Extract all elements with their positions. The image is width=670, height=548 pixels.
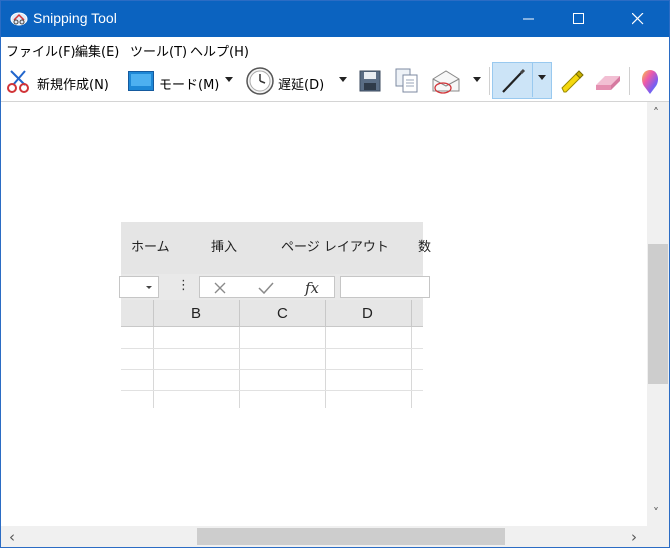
vertical-scrollbar[interactable]: ˄ ˅: [647, 102, 669, 526]
mode-button[interactable]: モード(M): [125, 63, 239, 99]
excel-ribbon-tabs: ホーム 挿入 ページ レイアウト 数: [121, 222, 431, 274]
grid-row-line: [121, 348, 423, 349]
col-divider: [325, 300, 326, 327]
highlighter-icon: [561, 70, 584, 93]
new-snip-button[interactable]: 新規作成(N): [3, 63, 121, 99]
scroll-right-arrow-icon[interactable]: ›: [631, 528, 637, 546]
new-snip-label: 新規作成(N): [37, 78, 109, 93]
window-title: Snipping Tool: [33, 10, 117, 26]
grid-line: [239, 327, 240, 408]
excel-name-box: [119, 276, 159, 298]
col-divider: [411, 300, 412, 327]
snipping-tool-app-icon: [10, 12, 28, 26]
edit-with-paint3d-button[interactable]: [635, 63, 665, 99]
menu-tools[interactable]: ツール(T): [130, 41, 187, 60]
mode-dropdown-caret[interactable]: [225, 77, 233, 82]
vertical-scroll-thumb[interactable]: [648, 244, 668, 384]
menu-help[interactable]: ヘルプ(H): [190, 41, 249, 60]
snip-canvas[interactable]: ホーム 挿入 ページ レイアウト 数 ⋮ fx B C D: [1, 102, 647, 526]
copy-button[interactable]: [391, 63, 421, 99]
eraser-icon: [596, 76, 620, 90]
clock-icon: [246, 67, 274, 95]
captured-snip: ホーム 挿入 ページ レイアウト 数 ⋮ fx B C D: [119, 222, 431, 408]
delay-label: 遅延(D): [278, 78, 325, 93]
grid-line: [411, 327, 412, 408]
save-icon: [359, 70, 381, 92]
save-button[interactable]: [355, 63, 385, 99]
scroll-left-arrow-icon[interactable]: ‹: [9, 528, 15, 546]
grid-line: [325, 327, 326, 408]
toolbar: 新規作成(N) モード(M) 遅延(D): [1, 61, 669, 102]
grid-row-line: [121, 390, 423, 391]
close-icon: [632, 13, 644, 25]
scissors-icon: [7, 70, 29, 93]
scrollbar-corner: [647, 526, 669, 547]
menu-edit[interactable]: 編集(E): [75, 41, 119, 60]
enter-check-icon: [258, 282, 274, 294]
grid-line: [153, 327, 154, 408]
delay-dropdown-caret[interactable]: [339, 77, 347, 82]
snipping-tool-window: Snipping Tool ファイル(F) 編集(E) ツール(T) ヘルプ(H…: [0, 0, 670, 548]
highlighter-button[interactable]: [555, 63, 587, 99]
delay-button[interactable]: 遅延(D): [243, 63, 351, 99]
grid-row-line: [121, 369, 423, 370]
maximize-button[interactable]: [556, 1, 602, 37]
excel-formula-bar: ⋮ fx: [119, 274, 430, 300]
fx-icon: fx: [305, 279, 320, 297]
mode-label: モード(M): [159, 78, 220, 93]
column-header-d: D: [362, 305, 373, 322]
toolbar-separator: [489, 67, 490, 95]
toolbar-separator-2: [629, 67, 630, 95]
scroll-up-arrow-icon[interactable]: ˄: [653, 106, 659, 120]
title-bar[interactable]: Snipping Tool: [1, 1, 669, 37]
ribbon-tab-page-layout: ページ レイアウト: [281, 240, 389, 255]
menu-file[interactable]: ファイル(F): [6, 41, 76, 60]
send-dropdown-caret[interactable]: [473, 77, 481, 82]
copy-icon: [395, 68, 418, 93]
ribbon-tab-formulas: 数: [418, 240, 432, 255]
minimize-icon: [523, 18, 534, 20]
pen-icon: [502, 68, 526, 93]
maximize-icon: [573, 13, 584, 24]
scroll-down-arrow-icon[interactable]: ˅: [653, 506, 659, 520]
horizontal-scrollbar[interactable]: ‹ ›: [1, 526, 647, 547]
pen-dropdown-caret[interactable]: [538, 75, 546, 80]
vertical-dots-icon: ⋮: [177, 278, 190, 293]
column-header-c: C: [277, 305, 288, 322]
excel-column-headers: B C D: [121, 300, 423, 327]
paint3d-icon: [642, 70, 658, 94]
column-header-b: B: [191, 305, 202, 322]
close-button[interactable]: [615, 1, 661, 37]
col-divider: [153, 300, 154, 327]
col-divider: [239, 300, 240, 327]
name-box-caret-icon: [146, 286, 152, 289]
horizontal-scroll-thumb[interactable]: [197, 528, 505, 545]
send-snip-button[interactable]: [427, 63, 485, 99]
cancel-x-icon: [214, 282, 226, 294]
ribbon-tab-insert: 挿入: [211, 240, 238, 255]
formula-buttons: fx: [199, 276, 335, 298]
eraser-button[interactable]: [591, 63, 625, 99]
minimize-button[interactable]: [506, 1, 552, 37]
mode-rect-icon: [128, 71, 154, 91]
ribbon-tab-home: ホーム: [131, 240, 170, 255]
pen-split-divider: [532, 62, 533, 97]
menu-bar: ファイル(F) 編集(E) ツール(T) ヘルプ(H): [1, 37, 669, 61]
excel-formula-input: [340, 276, 430, 298]
send-mail-icon: [432, 70, 460, 94]
